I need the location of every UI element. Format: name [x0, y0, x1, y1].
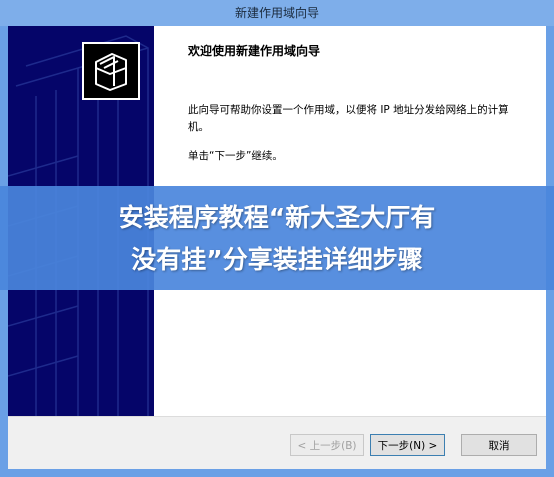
promo-overlay-banner: 安装程序教程“新大圣大厅有 没有挂”分享装挂详细步骤 — [0, 186, 554, 290]
wizard-description: 此向导可帮助你设置一个作用域，以便将 IP 地址分发给网络上的计算机。 — [188, 104, 509, 133]
overlay-line-1: 安装程序教程“新大圣大厅有 — [118, 203, 436, 232]
overlay-line-2: 没有挂”分享装挂详细步骤 — [131, 245, 423, 274]
wizard-hint: 单击“下一步”继续。 — [188, 150, 283, 162]
back-button[interactable]: < 上一步(B) — [290, 434, 364, 456]
folders-icon — [82, 42, 140, 100]
cancel-button[interactable]: 取消 — [461, 434, 537, 456]
wizard-heading: 欢迎使用新建作用域向导 — [188, 44, 321, 58]
window-title: 新建作用域向导 — [0, 0, 554, 26]
next-button[interactable]: 下一步(N) > — [370, 434, 445, 456]
button-separator — [8, 416, 546, 417]
